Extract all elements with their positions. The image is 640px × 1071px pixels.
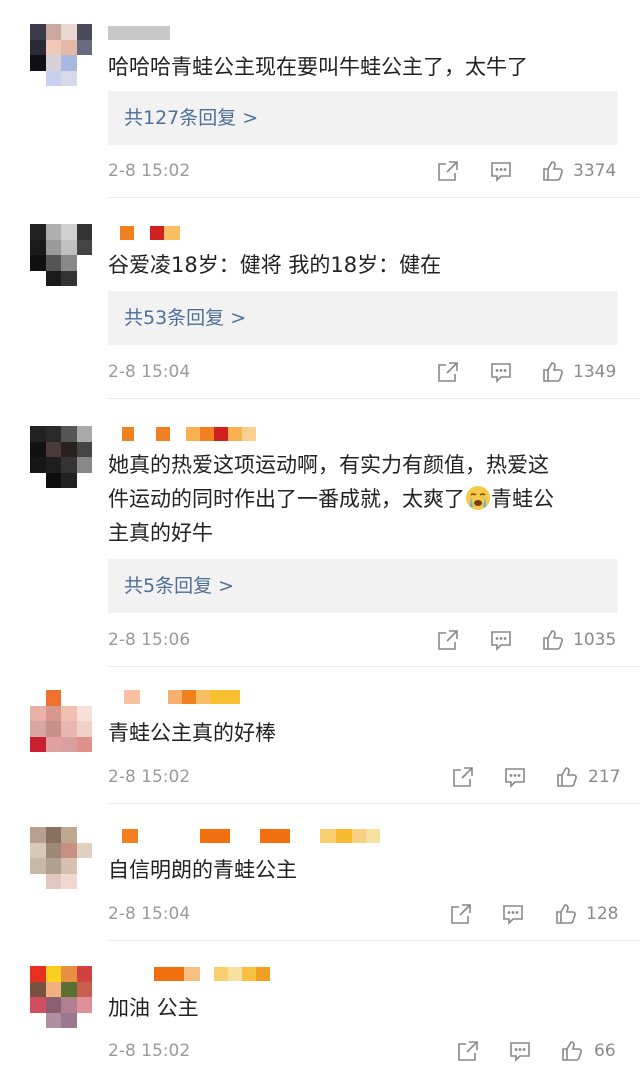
like-icon[interactable]: [541, 360, 565, 384]
comment-meta: 2-8 15:04 1349: [108, 357, 618, 387]
comment-text: 哈哈哈青蛙公主现在要叫牛蛙公主了，太牛了: [108, 55, 528, 79]
view-replies-button[interactable]: 共5条回复 >: [108, 559, 618, 613]
comment-text: 谷爱凌18岁：健将 我的18岁：健在: [108, 253, 442, 277]
comment-text: 她真的热爱这项运动啊，有实力有颜值，热爱这 件运动的同时作出了一番成就，太爽了 青…: [108, 448, 624, 550]
comment-text-line: 件运动的同时作出了一番成就，太爽了 青蛙公: [108, 482, 624, 516]
divider: [108, 803, 640, 804]
like-icon[interactable]: [541, 628, 565, 652]
comment-text: 自信明朗的青蛙公主: [108, 858, 297, 882]
comment-meta: 2-8 15:02 217: [108, 762, 621, 792]
comment-icon[interactable]: [503, 765, 527, 789]
view-replies-button[interactable]: 共127条回复 >: [108, 91, 618, 145]
comment-text-line: 主真的好牛: [108, 521, 213, 545]
like-count: 217: [588, 767, 621, 787]
username-blurred[interactable]: [108, 26, 170, 44]
view-replies-button[interactable]: 共53条回复 >: [108, 291, 618, 345]
timestamp: 2-8 15:02: [108, 161, 191, 181]
username-blurred[interactable]: [108, 427, 256, 445]
comment-text: 青蛙公主真的好棒: [108, 721, 276, 745]
divider: [108, 197, 640, 198]
timestamp: 2-8 15:04: [108, 904, 191, 924]
comment-icon[interactable]: [508, 1039, 532, 1063]
share-icon[interactable]: [436, 628, 460, 652]
comment-icon[interactable]: [489, 628, 513, 652]
comment-text: 加油 公主: [108, 996, 199, 1020]
timestamp: 2-8 15:02: [108, 767, 191, 787]
like-icon[interactable]: [555, 765, 579, 789]
username-blurred[interactable]: [108, 226, 180, 244]
share-icon[interactable]: [456, 1039, 480, 1063]
comment-text-segment: 青蛙公: [491, 487, 554, 511]
comment-icon[interactable]: [501, 902, 525, 926]
username-blurred[interactable]: [108, 690, 240, 708]
username-blurred[interactable]: [108, 829, 380, 847]
like-count: 1349: [573, 362, 617, 382]
like-count: 3374: [573, 161, 617, 181]
comment-meta: 2-8 15:02 3374: [108, 156, 618, 186]
username-blurred[interactable]: [108, 967, 270, 985]
avatar[interactable]: [30, 966, 92, 1028]
avatar[interactable]: [30, 24, 92, 86]
like-count: 1035: [573, 630, 617, 650]
comment-icon[interactable]: [489, 360, 513, 384]
comment-meta: 2-8 15:02 66: [108, 1036, 618, 1066]
timestamp: 2-8 15:04: [108, 362, 191, 382]
avatar[interactable]: [30, 224, 92, 286]
like-icon[interactable]: [560, 1039, 584, 1063]
like-icon[interactable]: [554, 902, 578, 926]
share-icon[interactable]: [449, 902, 473, 926]
divider: [108, 666, 640, 667]
divider: [108, 398, 640, 399]
comment-text-segment: 件运动的同时作出了一番成就，太爽了: [108, 487, 465, 511]
divider: [108, 940, 640, 941]
avatar[interactable]: [30, 426, 92, 488]
share-icon[interactable]: [436, 159, 460, 183]
timestamp: 2-8 15:06: [108, 630, 191, 650]
share-icon[interactable]: [451, 765, 475, 789]
like-count: 128: [586, 904, 619, 924]
comment-icon[interactable]: [489, 159, 513, 183]
avatar[interactable]: [30, 690, 92, 752]
like-icon[interactable]: [541, 159, 565, 183]
comment-text-line: 她真的热爱这项运动啊，有实力有颜值，热爱这: [108, 453, 549, 477]
timestamp: 2-8 15:02: [108, 1041, 191, 1061]
share-icon[interactable]: [436, 360, 460, 384]
comment-meta: 2-8 15:06 1035: [108, 625, 618, 655]
crying-face-emoji-icon: [466, 486, 490, 510]
avatar[interactable]: [30, 827, 92, 889]
like-count: 66: [594, 1041, 616, 1061]
comment-meta: 2-8 15:04 128: [108, 899, 618, 929]
